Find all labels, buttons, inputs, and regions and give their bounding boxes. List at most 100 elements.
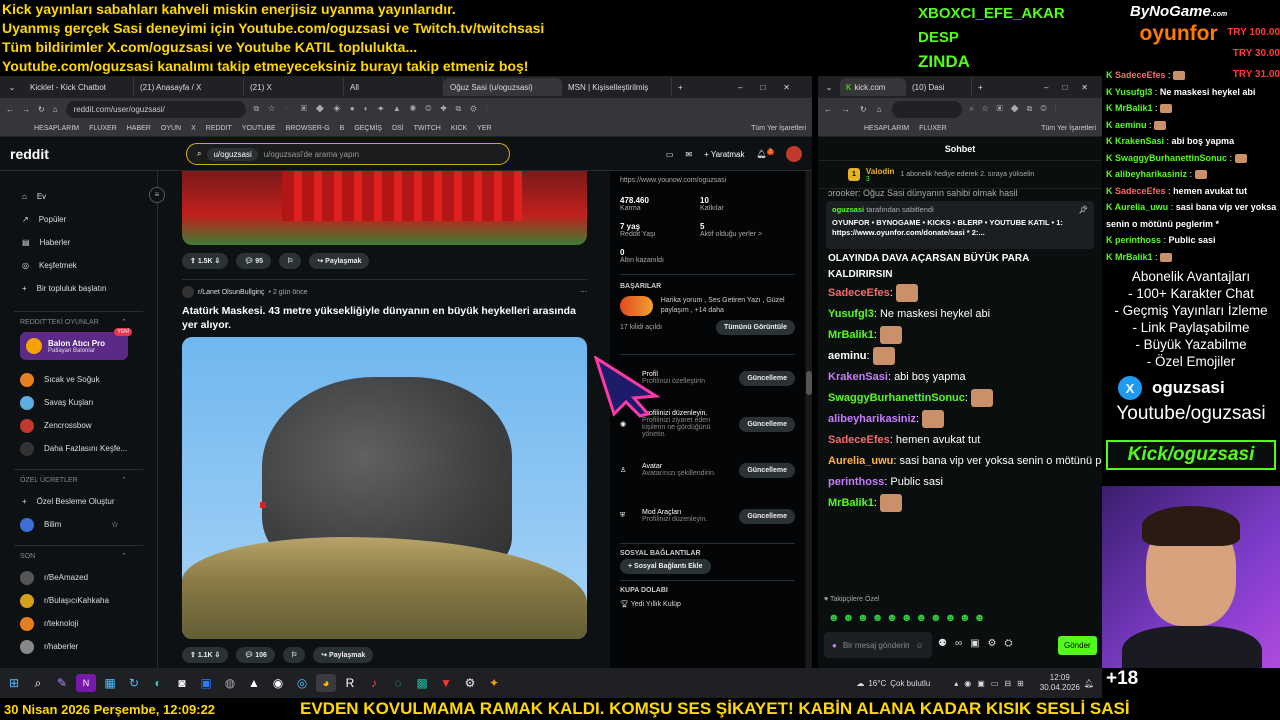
app-icon[interactable]: ◎: [292, 674, 312, 692]
game-item[interactable]: Zencrossbow: [0, 414, 157, 437]
recent-item[interactable]: r/teknoloji: [0, 612, 157, 635]
vivaldi-icon[interactable]: ▼: [436, 674, 456, 692]
star-icon[interactable]: ☆: [111, 520, 118, 529]
chat-username[interactable]: MrBalik1: [828, 329, 874, 341]
bookmark[interactable]: DSİ: [392, 125, 404, 132]
epic-icon[interactable]: ▲: [244, 674, 264, 692]
post-title[interactable]: Atatürk Maskesi. 43 metre yüksekliğiyle …: [182, 304, 577, 332]
bookmark-all[interactable]: Tüm Yer İşaretleri: [751, 125, 806, 132]
profile-link[interactable]: https://www.younow.com/oguzsasi: [620, 177, 795, 184]
bell-icon[interactable]: 🔔︎ 2: [757, 149, 774, 159]
post-image[interactable]: [182, 337, 587, 639]
search-icon[interactable]: ⌕: [28, 674, 48, 692]
scrollbar[interactable]: [806, 171, 812, 668]
app-icon[interactable]: ♪: [364, 674, 384, 692]
window-controls[interactable]: –□✕: [738, 83, 812, 92]
send-button[interactable]: Gönder: [1058, 636, 1097, 655]
cloud-icon[interactable]: ☁: [856, 679, 864, 688]
tab-active[interactable]: Kkick.com: [840, 78, 906, 96]
bookmark[interactable]: X: [191, 125, 196, 132]
chrome-icon[interactable]: ◕: [316, 674, 336, 692]
reload-icon[interactable]: ↻: [860, 105, 869, 114]
emoji-icon[interactable]: ☺: [916, 641, 924, 650]
tab[interactable]: MSN | Kişiselleştirilmiş: [562, 78, 672, 96]
app-icon[interactable]: ▩: [412, 674, 432, 692]
tab-active[interactable]: Oğuz Sasi (u/oguzsasi): [444, 78, 562, 96]
tab[interactable]: Kicklet - Kick Chatbot: [24, 78, 134, 96]
update-button[interactable]: Güncelleme: [739, 462, 795, 478]
chat-username[interactable]: Aurelia_uwu: [828, 455, 893, 467]
app-icon[interactable]: ⚙: [460, 674, 480, 692]
bookmark[interactable]: OYUN: [161, 125, 181, 132]
award-button[interactable]: ⚐: [279, 253, 302, 269]
game-item[interactable]: Daha Fazlasını Keşfe...: [0, 437, 157, 460]
chat-message[interactable]: Aurelia_uwu: sasi bana vip ver yoksa sen…: [818, 451, 1102, 472]
update-button[interactable]: Güncelleme: [739, 416, 795, 432]
chat-username[interactable]: Yusufgl3: [828, 308, 874, 320]
bookmark[interactable]: HABER: [127, 125, 151, 132]
bookmark[interactable]: YOUTUBE: [242, 125, 276, 132]
bookmark-all[interactable]: Tüm Yer İşaretleri: [1041, 125, 1096, 132]
back-icon[interactable]: ←: [6, 105, 14, 114]
forward-icon[interactable]: →: [842, 105, 852, 114]
camera-icon[interactable]: ◙: [172, 674, 192, 692]
bookmark[interactable]: GEÇMİŞ: [354, 125, 382, 132]
tab-menu-icon[interactable]: ⌄: [0, 83, 24, 92]
extension-icons[interactable]: ⌕☆▣◆⧉◎⋮: [970, 104, 1065, 114]
chat-input[interactable]: ● Bir mesaj gönderin ☺: [824, 632, 932, 658]
create-feed-item[interactable]: + Özel Besleme Oluştur: [0, 490, 157, 513]
games-header[interactable]: REDDIT'TEKİ OYUNLAR ⌃: [0, 312, 157, 332]
chat-message[interactable]: aeminu:: [818, 346, 1102, 367]
pen-icon[interactable]: ✎: [52, 674, 72, 692]
recent-header[interactable]: SON ⌃: [0, 546, 157, 566]
app-icon[interactable]: R: [340, 674, 360, 692]
new-tab-icon[interactable]: +: [678, 83, 683, 92]
update-button[interactable]: Güncelleme: [739, 370, 795, 386]
game-item[interactable]: Savaş Kuşları: [0, 391, 157, 414]
bookmark[interactable]: TWITCH: [414, 125, 441, 132]
extension-icons[interactable]: ⧉☆⋯▣◆◈●◐✦▲◉◎✚⧉⚙⋮: [254, 104, 497, 114]
chat-username[interactable]: SwaggyBurhanettinSonuc: [828, 392, 965, 404]
chat-username[interactable]: aeminu: [828, 350, 867, 362]
share-button[interactable]: ↪ Paylaşmak: [313, 647, 374, 663]
featured-game[interactable]: Balon Atıcı Pro Patlayan Balonlar YENİ: [20, 328, 132, 360]
bookmark[interactable]: KICK: [451, 125, 467, 132]
home-icon[interactable]: ⌂: [53, 105, 58, 114]
game-item[interactable]: Sıcak ve Soğuk: [0, 368, 157, 391]
tab[interactable]: (10) Dasi: [906, 78, 972, 96]
avatar[interactable]: [786, 146, 802, 162]
app-icon[interactable]: ✦: [484, 674, 504, 692]
chat-message[interactable]: alibeyharikasiniz:: [818, 409, 1102, 430]
window-controls[interactable]: –□✕: [1044, 83, 1102, 92]
vote-button[interactable]: ⇧ 1.5K ⇩: [182, 253, 229, 269]
update-button[interactable]: Güncelleme: [739, 508, 795, 524]
sidebar-item-start-community[interactable]: + Bir topluluk başlatın: [0, 277, 157, 300]
chat-message[interactable]: SadeceEfes: hemen avukat tut: [818, 430, 1102, 451]
create-button[interactable]: + Yaratmak: [704, 150, 744, 159]
recent-item[interactable]: r/BulaşıcıKahkaha: [0, 589, 157, 612]
bookmark[interactable]: HESAPLARIM: [34, 125, 79, 132]
reload-icon[interactable]: ↻: [38, 105, 45, 114]
sidebar-toggle-icon[interactable]: ≡: [149, 187, 165, 203]
pin-icon[interactable]: 📌︎: [1078, 205, 1088, 214]
reddit-logo[interactable]: reddit: [10, 146, 49, 162]
app-icon[interactable]: ▣: [196, 674, 216, 692]
new-tab-icon[interactable]: +: [978, 83, 983, 92]
emote-row[interactable]: ☻☻☻☻☻☻☻☻☻☻☻: [828, 612, 988, 624]
sub-leaderboard[interactable]: 1 Valodin 3 1 abonelik hediye ederek 2. s…: [818, 161, 1102, 189]
bookmark[interactable]: YER: [477, 125, 491, 132]
calendar-icon[interactable]: ▦: [100, 674, 120, 692]
search-chip[interactable]: u/oguzsasi: [207, 147, 258, 161]
chat-message[interactable]: Yusufgl3: Ne maskesi heykel abi: [818, 304, 1102, 325]
onenote-icon[interactable]: N: [76, 674, 96, 692]
tray-icons[interactable]: ▴◉▣▭⊟⊞: [954, 679, 1030, 688]
edge-icon[interactable]: ◐: [148, 674, 168, 692]
view-all-button[interactable]: Tümünü Görüntüle: [716, 320, 795, 335]
home-icon[interactable]: ⌂: [877, 105, 884, 114]
sidebar-item-explore[interactable]: ◎ Keşfetmek: [0, 254, 157, 277]
chat-tools[interactable]: ⚉∞▣⚙⛭: [938, 638, 1021, 649]
chat-username[interactable]: SadeceEfes: [828, 434, 890, 446]
chat-message[interactable]: KrakenSasi: abi boş yapma: [818, 367, 1102, 388]
sidebar-item-news[interactable]: ▤ Haberler: [0, 231, 157, 254]
sidebar-item-popular[interactable]: ↗ Popüler: [0, 208, 157, 231]
